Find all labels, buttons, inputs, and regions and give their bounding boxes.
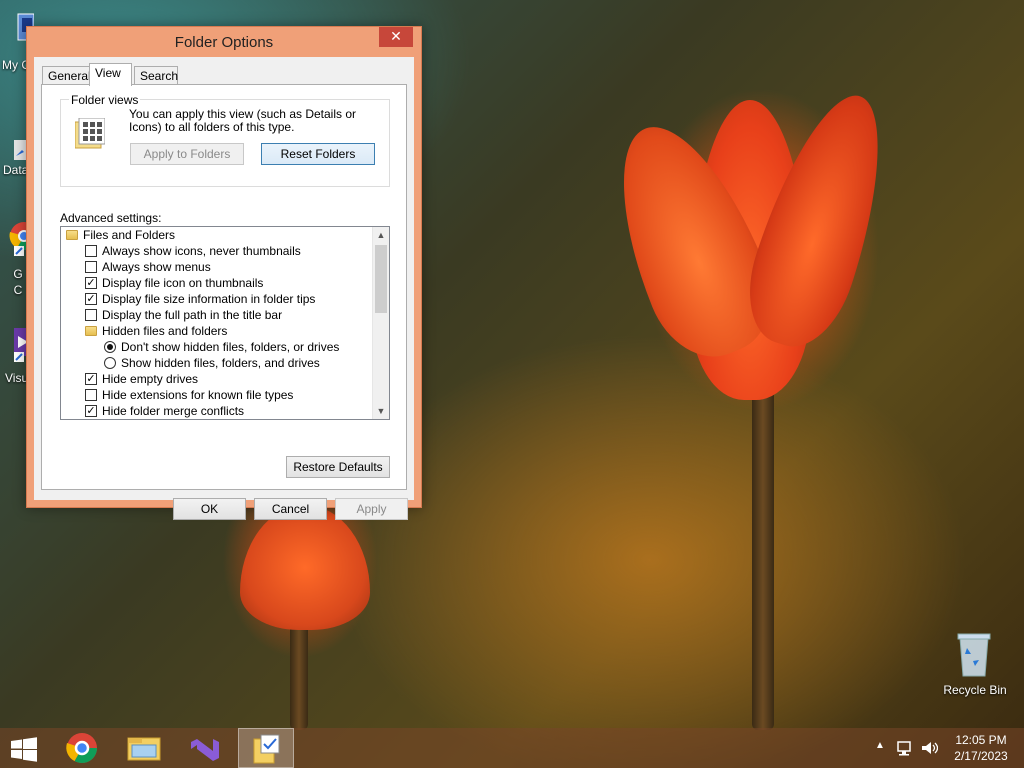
volume-icon[interactable] [920,739,939,757]
tree-label: Hide extensions for known file types [102,388,294,402]
advanced-settings-label: Advanced settings: [60,211,162,225]
tree-label: Hide folder merge conflicts [102,404,245,418]
tab-view[interactable]: View [89,63,132,86]
folder-icon [85,326,97,336]
tree-label: Display the full path in the title bar [102,308,283,322]
tree-label: Display file size information in folder … [102,292,316,306]
flower-petal [240,505,370,630]
taskbar-chrome[interactable] [54,728,110,768]
tab-search[interactable]: Search [134,66,178,85]
tree-label: Hide empty drives [102,372,199,386]
tree-label: Always show menus [102,260,211,274]
tree-label: Hidden files and folders [102,324,228,338]
checkbox-checked[interactable]: ✓ [85,405,97,417]
flower-stem [290,620,308,730]
ok-button[interactable]: OK [173,498,246,520]
tree-label: Display file icon on thumbnails [102,276,264,290]
start-button[interactable] [0,728,48,768]
checkbox-unchecked[interactable] [85,309,97,321]
folder-views-group: Folder views You can apply this view (su… [60,93,390,187]
close-button[interactable]: ✕ [379,27,413,47]
scroll-up-icon[interactable]: ▲ [373,227,389,243]
radio-selected[interactable] [104,341,116,353]
checkbox-unchecked[interactable] [85,261,97,273]
dialog-client: General View Search Folder views You can… [34,57,414,520]
checkbox-unchecked[interactable] [85,245,97,257]
restore-defaults-button[interactable]: Restore Defaults [286,456,390,478]
checkbox-unchecked[interactable] [85,389,97,401]
tree-label: Always show icons, never thumbnails [102,244,301,258]
reset-folders-button[interactable]: Reset Folders [261,143,375,165]
tree-label: Don't show hidden files, folders, or dri… [121,340,340,354]
chrome-icon [66,733,97,764]
apply-to-folders-button[interactable]: Apply to Folders [130,143,244,165]
advanced-settings-tree[interactable]: Files and Folders Always show icons, nev… [60,226,390,420]
flower-stem [752,390,774,730]
folder-options-dialog: Folder Options ✕ General View Search Fol… [26,26,422,520]
tab-general[interactable]: General [42,66,91,85]
show-hidden-icons-icon[interactable]: ▲ [873,740,887,751]
checkbox-checked[interactable]: ✓ [85,293,97,305]
view-tab-page: Folder views You can apply this view (su… [41,84,407,490]
tree-scrollbar[interactable]: ▲ ▼ [372,227,389,419]
tree-label: Show hidden files, folders, and drives [121,356,320,370]
folder-views-label: Folder views [69,93,141,107]
scroll-down-icon[interactable]: ▼ [373,403,389,419]
folder-views-icon [74,117,106,150]
clock-time[interactable]: 12:05 PM [946,733,1016,747]
scroll-thumb[interactable] [375,245,387,313]
titlebar[interactable]: Folder Options ✕ [27,27,421,57]
cancel-button[interactable]: Cancel [254,498,327,520]
apply-button[interactable]: Apply [335,498,408,520]
dialog-title: Folder Options [174,34,274,51]
checkbox-checked[interactable]: ✓ [85,373,97,385]
folder-options-icon [253,734,280,764]
recycle-bin-label[interactable]: Recycle Bin [938,683,1012,697]
windows-logo-icon [11,737,37,762]
radio-unselected[interactable] [104,357,116,369]
clock-date[interactable]: 2/17/2023 [946,749,1016,763]
folder-views-description: You can apply this view (such as Details… [129,107,357,134]
network-icon[interactable] [896,739,914,757]
recycle-bin-icon[interactable] [952,630,996,680]
folder-icon [66,230,78,240]
taskbar-folder-options[interactable] [238,728,294,768]
file-explorer-icon [127,737,161,761]
checkbox-checked[interactable]: ✓ [85,277,97,289]
taskbar: ▲ 12:05 PM 2/17/2023 [0,728,1024,768]
tree-label: Files and Folders [83,228,176,242]
visual-studio-icon [191,739,219,761]
taskbar-visual-studio[interactable] [178,728,234,768]
taskbar-file-explorer[interactable] [116,728,172,768]
